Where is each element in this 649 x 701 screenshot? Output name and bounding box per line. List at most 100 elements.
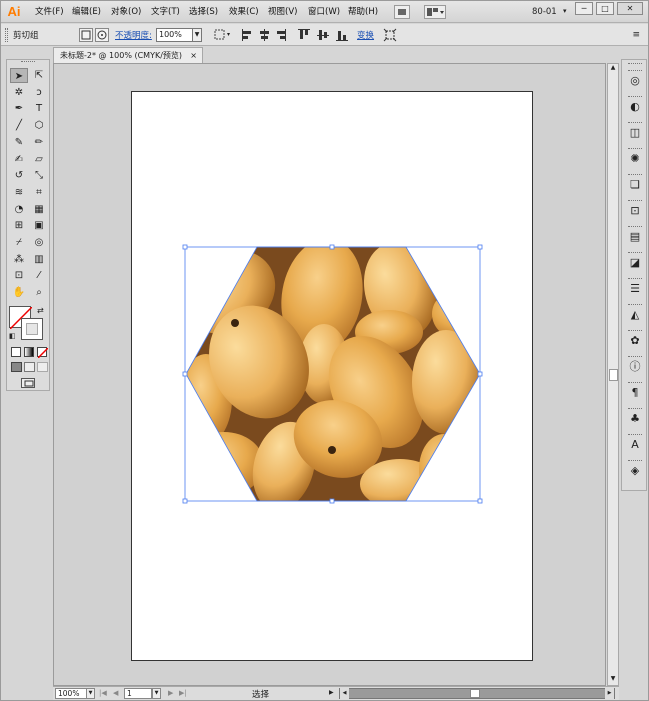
- restore-button[interactable]: □: [596, 2, 614, 15]
- magic-wand-tool[interactable]: ✲: [10, 85, 28, 100]
- dock-group-grip[interactable]: [628, 70, 642, 72]
- layers-panel-icon[interactable]: ◈: [628, 465, 642, 477]
- vertical-scrollbar[interactable]: ▲ ▼: [607, 63, 619, 686]
- menu-help[interactable]: 帮助(H): [348, 6, 378, 19]
- minimize-button[interactable]: ─: [575, 2, 593, 15]
- eraser-tool[interactable]: ▱: [30, 152, 48, 167]
- symbol-sprayer-tool[interactable]: ⁂: [10, 252, 28, 267]
- previous-artboard-icon[interactable]: ◀: [113, 689, 118, 697]
- align-bottom-icon[interactable]: [336, 29, 348, 41]
- zoom-tool[interactable]: ⌕: [30, 285, 48, 300]
- none-mode-button[interactable]: [37, 347, 49, 359]
- default-colors-icon[interactable]: ◧: [9, 332, 16, 340]
- zoom-dropdown-icon[interactable]: ▼: [86, 688, 95, 699]
- dock-group-grip[interactable]: [628, 304, 642, 306]
- hand-tool[interactable]: ✋: [10, 285, 28, 300]
- draw-normal-button[interactable]: [11, 362, 22, 372]
- edit-contents-button[interactable]: [95, 28, 109, 42]
- lasso-tool[interactable]: ↄ: [30, 85, 48, 100]
- close-document-button[interactable]: ×: [190, 48, 197, 63]
- canvas-area[interactable]: [53, 63, 606, 686]
- menu-edit[interactable]: 编辑(E): [72, 6, 101, 19]
- gradient-mode-button[interactable]: [24, 347, 34, 357]
- next-artboard-icon[interactable]: ▶: [168, 689, 173, 697]
- align-right-icon[interactable]: [276, 29, 286, 41]
- arrange-documents-button[interactable]: [424, 5, 446, 19]
- opacity-dropdown-icon[interactable]: ▼: [192, 28, 202, 42]
- scale-tool[interactable]: ⤡: [30, 168, 48, 183]
- dock-group-grip[interactable]: [628, 252, 642, 254]
- line-tool[interactable]: ╱: [10, 118, 28, 133]
- symbols-panel-icon[interactable]: ✿: [628, 335, 642, 347]
- menu-window[interactable]: 窗口(W): [308, 6, 340, 19]
- paragraph-panel-icon[interactable]: ¶: [628, 387, 642, 399]
- menu-select[interactable]: 选择(S): [189, 6, 218, 19]
- tools-panel-grip[interactable]: [21, 61, 35, 63]
- stroke-swatch[interactable]: [21, 318, 43, 340]
- bridge-button[interactable]: [394, 5, 410, 19]
- transform-link[interactable]: 变换: [357, 29, 374, 41]
- color-mode-button[interactable]: [11, 347, 21, 357]
- selection-tool[interactable]: ➤: [10, 68, 28, 83]
- menu-file[interactable]: 文件(F): [35, 6, 64, 19]
- workspace-switcher[interactable]: 80-01: [532, 6, 557, 19]
- gradient-tool[interactable]: ▣: [30, 218, 48, 233]
- graphic-styles-icon[interactable]: ❏: [628, 179, 642, 191]
- align-middle-icon[interactable]: [317, 29, 329, 41]
- opacity-label[interactable]: 不透明度:: [115, 29, 152, 41]
- column-graph-tool[interactable]: ▥: [30, 252, 48, 267]
- transparency-icon[interactable]: ◫: [628, 127, 642, 139]
- appearance-icon[interactable]: ✺: [628, 153, 642, 165]
- stroke-panel-icon[interactable]: ☰: [628, 283, 642, 295]
- last-artboard-icon[interactable]: ▶|: [179, 689, 187, 697]
- color-guide-icon[interactable]: ◐: [628, 101, 642, 113]
- dock-grip[interactable]: [628, 63, 642, 65]
- status-menu-icon[interactable]: ▶: [329, 689, 334, 696]
- shape-builder-tool[interactable]: ◔: [10, 202, 28, 217]
- first-artboard-icon[interactable]: |◀: [99, 689, 107, 697]
- gradient-panel-icon[interactable]: ◭: [628, 309, 642, 321]
- align-panel-icon[interactable]: ▤: [628, 231, 642, 243]
- vertical-scroll-thumb[interactable]: [609, 369, 618, 381]
- swap-fill-stroke-icon[interactable]: ⇄: [37, 306, 44, 315]
- color-panel-icon[interactable]: ◎: [628, 75, 642, 87]
- artboard-number-input[interactable]: 1: [124, 688, 152, 699]
- align-top-icon[interactable]: [298, 29, 310, 41]
- pencil-tool[interactable]: ✏: [30, 135, 48, 150]
- dock-group-grip[interactable]: [628, 278, 642, 280]
- horizontal-scroll-thumb[interactable]: [470, 689, 480, 698]
- scroll-up-icon[interactable]: ▲: [608, 64, 618, 74]
- menu-type[interactable]: 文字(T): [151, 6, 180, 19]
- dock-group-grip[interactable]: [628, 122, 642, 124]
- artboard-dropdown-icon[interactable]: ▼: [152, 688, 161, 699]
- scroll-right-icon[interactable]: ▶: [605, 688, 614, 699]
- dock-group-grip[interactable]: [628, 174, 642, 176]
- eyedropper-tool[interactable]: ⌿: [10, 235, 28, 250]
- free-transform-tool[interactable]: ⌗: [30, 185, 48, 200]
- perspective-grid-tool[interactable]: ▦: [30, 202, 48, 217]
- dock-group-grip[interactable]: [628, 200, 642, 202]
- scroll-down-icon[interactable]: ▼: [608, 675, 618, 685]
- polygon-tool[interactable]: ⬡: [30, 118, 48, 133]
- artboard-tool[interactable]: ⊡: [10, 268, 28, 283]
- control-bar-grip[interactable]: [5, 28, 8, 42]
- paintbrush-tool[interactable]: ✎: [10, 135, 28, 150]
- dock-group-grip[interactable]: [628, 356, 642, 358]
- rotate-tool[interactable]: ↺: [10, 168, 28, 183]
- dock-group-grip[interactable]: [628, 96, 642, 98]
- dock-group-grip[interactable]: [628, 460, 642, 462]
- isolate-selection-button[interactable]: [383, 28, 397, 42]
- warp-tool[interactable]: ≋: [10, 185, 28, 200]
- blob-brush-tool[interactable]: ✍: [10, 152, 28, 167]
- clipping-group-artwork[interactable]: [54, 64, 606, 686]
- dock-group-grip[interactable]: [628, 434, 642, 436]
- document-info-icon[interactable]: ⓘ: [628, 361, 642, 373]
- close-window-button[interactable]: ✕: [617, 2, 643, 15]
- direct-selection-tool[interactable]: ⇱: [30, 68, 48, 83]
- document-tab[interactable]: 未标题-2* @ 100% (CMYK/预览) ×: [53, 47, 203, 63]
- align-left-icon[interactable]: [242, 29, 252, 41]
- opacity-input[interactable]: 100%: [156, 28, 194, 42]
- screen-mode-button[interactable]: [21, 378, 35, 388]
- brushes-panel-icon[interactable]: ♣: [628, 413, 642, 425]
- blend-tool[interactable]: ◎: [30, 235, 48, 250]
